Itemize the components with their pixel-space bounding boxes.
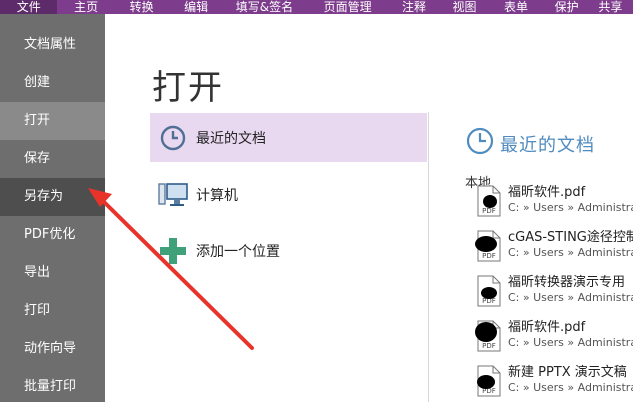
menu-tab-protect[interactable]: 保护 (541, 0, 593, 14)
recent-file-row[interactable]: PDF 福昕软件.pdf C: » Users » Administra (473, 181, 633, 221)
redaction-blot (477, 375, 495, 389)
redaction-blot (483, 195, 497, 208)
redaction-blot (475, 322, 497, 342)
recent-documents-heading: 最近的文档 (500, 135, 595, 156)
sidebar-item-print[interactable]: 打印 (0, 292, 105, 330)
file-path: C: » Users » Administra (508, 201, 633, 214)
redaction-blot (481, 287, 497, 299)
file-name: 福昕软件.pdf (508, 185, 586, 200)
file-name: 福昕转换器演示专用 (508, 275, 626, 290)
sidebar-item-action-wizard[interactable]: 动作向导 (0, 330, 105, 368)
recent-file-row[interactable]: PDF cGAS-STING途径控制 C: » Users » Administ… (473, 226, 633, 266)
svg-text:PDF: PDF (482, 342, 496, 350)
menu-tab-comment[interactable]: 注释 (390, 0, 438, 14)
recent-file-row[interactable]: PDF 福昕转换器演示专用 C: » Users » Administra (473, 271, 633, 311)
file-name: cGAS-STING途径控制 (508, 230, 633, 245)
computer-icon (158, 180, 188, 210)
sidebar: 文档属性 创建 打开 保存 另存为 PDF优化 导出 打印 动作向导 批量打印 (0, 14, 105, 402)
sidebar-item-save[interactable]: 保存 (0, 140, 105, 178)
place-label: 添加一个位置 (196, 243, 280, 260)
file-path: C: » Users » Administra (508, 291, 633, 304)
sidebar-item-batch-print[interactable]: 批量打印 (0, 368, 105, 402)
sidebar-item-pdf-optimize[interactable]: PDF优化 (0, 216, 105, 254)
menu-tab-convert[interactable]: 转换 (115, 0, 168, 14)
menu-tab-file[interactable]: 文件 (0, 0, 58, 14)
recent-file-row[interactable]: PDF 福昕软件.pdf C: » Users » Administra (473, 316, 633, 356)
file-name: 福昕软件.pdf (508, 320, 586, 335)
menu-tab-edit[interactable]: 编辑 (168, 0, 223, 14)
sidebar-item-document-properties[interactable]: 文档属性 (0, 26, 105, 64)
sidebar-item-create[interactable]: 创建 (0, 64, 105, 102)
redaction-blot (475, 236, 497, 252)
main-panel: 打开 最近的文档 计算机 添加一个位置 最近的文档 本地 PDF 福昕软件.pd… (105, 14, 633, 402)
clock-icon (158, 123, 188, 153)
place-computer[interactable]: 计算机 (150, 170, 427, 219)
place-add-location[interactable]: 添加一个位置 (150, 226, 427, 275)
menu-tab-share[interactable]: 共享 (592, 0, 633, 14)
plus-icon (158, 236, 188, 266)
place-label: 最近的文档 (196, 130, 266, 147)
recent-file-row[interactable]: PDF 新建 PPTX 演示文稿 C: » Users » Administra (473, 361, 633, 401)
page-title: 打开 (152, 68, 224, 108)
file-path: C: » Users » Administra (508, 336, 633, 349)
menu-tab-home[interactable]: 主页 (57, 0, 114, 14)
file-path: C: » Users » Administra (508, 246, 633, 259)
sidebar-item-export[interactable]: 导出 (0, 254, 105, 292)
menu-tab-view[interactable]: 视图 (438, 0, 491, 14)
clock-icon (466, 127, 494, 159)
svg-text:PDF: PDF (482, 207, 496, 215)
menu-tab-fill-sign[interactable]: 填写&签名 (224, 0, 305, 14)
menu-tab-page-manage[interactable]: 页面管理 (305, 0, 390, 14)
menu-tab-form[interactable]: 表单 (491, 0, 541, 14)
place-label: 计算机 (196, 187, 238, 204)
menu-bar: 文件 主页 转换 编辑 填写&签名 页面管理 注释 视图 表单 保护 共享 (0, 0, 633, 14)
svg-text:PDF: PDF (482, 252, 496, 260)
sidebar-item-open[interactable]: 打开 (0, 102, 105, 140)
file-name: 新建 PPTX 演示文稿 (508, 365, 627, 380)
divider (428, 112, 429, 402)
sidebar-item-save-as[interactable]: 另存为 (0, 178, 105, 216)
file-path: C: » Users » Administra (508, 381, 633, 394)
place-recent-documents[interactable]: 最近的文档 (150, 113, 427, 162)
